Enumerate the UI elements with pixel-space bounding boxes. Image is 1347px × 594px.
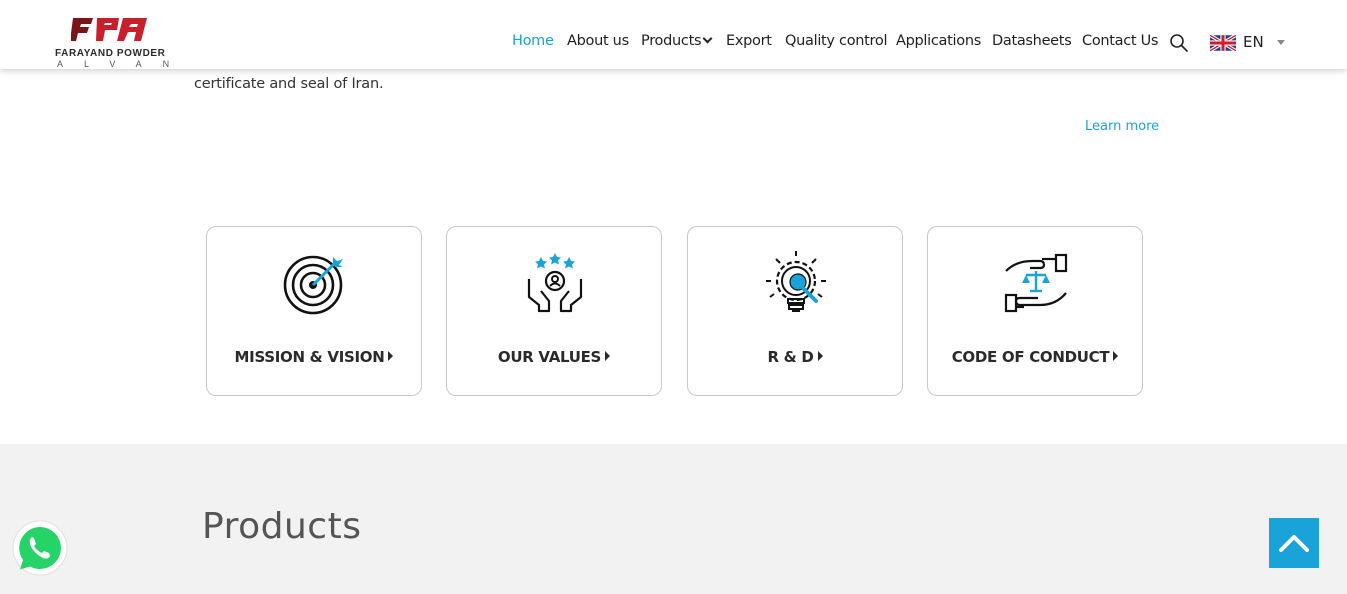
card-label: CODE OF CONDUCT (928, 348, 1142, 366)
hand-scales-icon (1004, 253, 1068, 313)
nav-home[interactable]: Home (512, 33, 554, 49)
nav-about-us[interactable]: About us (567, 33, 629, 49)
card-label: MISSION & VISION (207, 348, 421, 366)
card-label-text: R & D (767, 348, 814, 366)
caret-right-icon (817, 351, 823, 361)
nav-quality-control[interactable]: Quality control (785, 33, 887, 49)
card-label: OUR VALUES (447, 348, 661, 366)
nav-datasheets[interactable]: Datasheets (992, 33, 1072, 49)
card-code-of-conduct[interactable]: CODE OF CONDUCT (927, 226, 1143, 396)
products-section: Products (0, 444, 1347, 594)
site-header: FARAYAND POWDER ALVAN Home About us Prod… (0, 0, 1347, 69)
caret-down-icon (1277, 40, 1285, 45)
caret-right-icon (1113, 351, 1119, 361)
nav-products[interactable]: Products (641, 33, 713, 49)
card-label-text: MISSION & VISION (234, 348, 385, 366)
caret-right-icon (388, 351, 394, 361)
search-icon[interactable] (1169, 33, 1189, 53)
learn-more-link[interactable]: Learn more (1085, 119, 1159, 134)
chevron-up-icon (1279, 535, 1309, 552)
nav-export[interactable]: Export (726, 33, 772, 49)
scroll-to-top-button[interactable] (1269, 518, 1319, 568)
nav-applications[interactable]: Applications (896, 33, 981, 49)
card-label-text: OUR VALUES (497, 348, 602, 366)
language-label: EN (1243, 33, 1264, 51)
chevron-down-icon (702, 33, 713, 44)
card-r-and-d[interactable]: R & D (687, 226, 903, 396)
uk-flag-icon (1210, 35, 1236, 51)
nav-contact-us[interactable]: Contact Us (1082, 33, 1159, 49)
whatsapp-icon[interactable] (12, 520, 68, 576)
nav-products-label: Products (641, 33, 702, 49)
caret-right-icon (605, 351, 611, 361)
fpa-logo-mark (71, 18, 147, 41)
lightbulb-gear-icon (766, 251, 826, 312)
site-logo[interactable]: FARAYAND POWDER ALVAN (55, 14, 180, 70)
card-our-values[interactable]: OUR VALUES (446, 226, 662, 396)
products-title: Products (202, 506, 362, 547)
logo-subtitle: ALVAN (57, 59, 191, 69)
card-label: R & D (688, 348, 902, 366)
card-mission-vision[interactable]: MISSION & VISION (206, 226, 422, 396)
target-icon (283, 255, 343, 315)
intro-text: certificate and seal of Iran. (194, 76, 384, 92)
logo-company-name: FARAYAND POWDER (55, 48, 166, 59)
values-hands-icon (527, 253, 583, 313)
card-label-text: CODE OF CONDUCT (951, 348, 1110, 366)
